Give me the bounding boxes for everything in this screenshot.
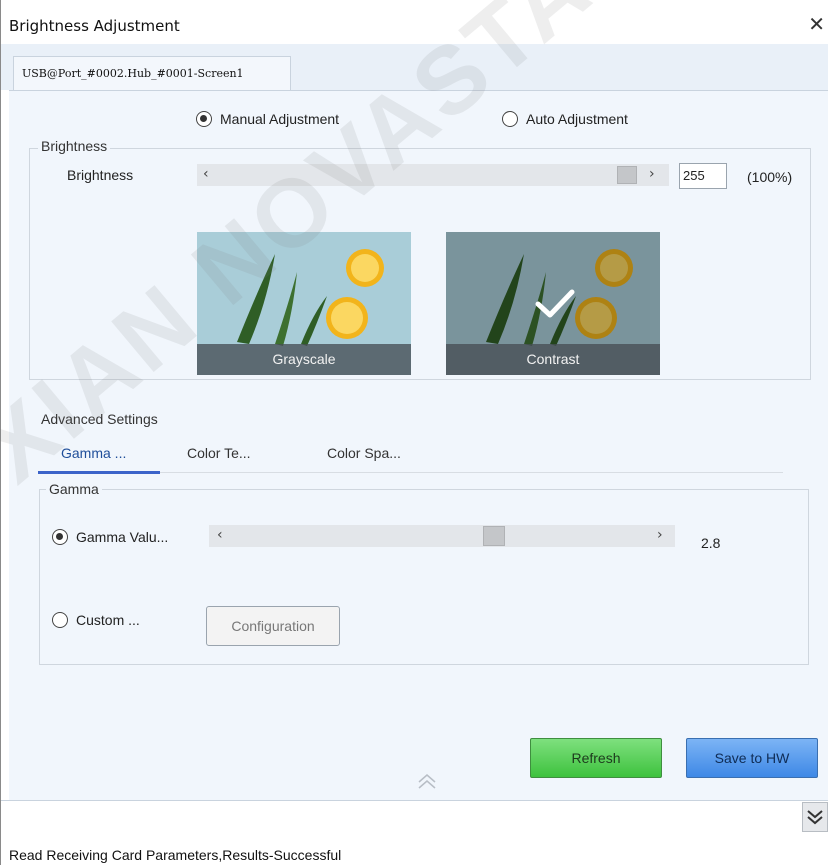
grayscale-preset[interactable]: Grayscale <box>197 232 411 375</box>
contrast-label: Contrast <box>446 344 660 375</box>
tab-gamma[interactable]: Gamma ... <box>61 445 126 461</box>
close-icon[interactable]: ✕ <box>808 12 825 36</box>
gamma-value: 2.8 <box>701 535 721 551</box>
title-bar: Brightness Adjustment ✕ <box>1 0 828 44</box>
manual-adjustment-label: Manual Adjustment <box>220 111 340 127</box>
radio-dot-icon <box>52 529 68 545</box>
brightness-adjustment-window: Brightness Adjustment ✕ USB@Port_#0002.H… <box>0 0 828 865</box>
slider-right-arrow-icon[interactable]: › <box>649 166 655 182</box>
refresh-button[interactable]: Refresh <box>530 738 662 778</box>
expand-panel-button[interactable] <box>802 802 828 832</box>
radio-dot-icon <box>52 612 68 628</box>
gamma-slider[interactable] <box>209 525 675 547</box>
slider-left-arrow-icon[interactable]: ‹ <box>217 527 223 543</box>
checkmark-icon <box>535 289 575 318</box>
gamma-group-frame <box>39 489 809 665</box>
radio-dot-icon <box>196 111 212 127</box>
manual-adjustment-radio[interactable]: Manual Adjustment <box>196 111 339 127</box>
custom-gamma-radio[interactable]: Custom ... <box>52 612 140 628</box>
window-title: Brightness Adjustment <box>9 17 180 35</box>
gamma-slider-thumb[interactable] <box>482 526 505 546</box>
chevron-down-double-icon <box>807 810 823 825</box>
screen-tab-strip: USB@Port_#0002.Hub_#0001-Screen1 <box>1 44 828 92</box>
gamma-group-label: Gamma <box>46 481 102 497</box>
radio-dot-icon <box>502 111 518 127</box>
brightness-group-label: Brightness <box>38 138 111 154</box>
auto-adjustment-label: Auto Adjustment <box>526 111 628 127</box>
brightness-value-input[interactable]: 255 <box>679 163 727 189</box>
save-to-hw-button[interactable]: Save to HW <box>686 738 818 778</box>
tab-color-space[interactable]: Color Spa... <box>327 445 401 461</box>
tab-color-temperature[interactable]: Color Te... <box>187 445 251 461</box>
brightness-label: Brightness <box>67 167 134 183</box>
status-message: Read Receiving Card Parameters,Results-S… <box>9 847 342 863</box>
contrast-preset[interactable]: Contrast <box>446 232 660 375</box>
auto-adjustment-radio[interactable]: Auto Adjustment <box>502 111 628 127</box>
advanced-settings-label: Advanced Settings <box>38 411 161 427</box>
slider-right-arrow-icon[interactable]: › <box>657 527 663 543</box>
slider-left-arrow-icon[interactable]: ‹ <box>203 166 209 182</box>
gamma-value-radio[interactable]: Gamma Valu... <box>52 529 168 545</box>
tab-screen1[interactable]: USB@Port_#0002.Hub_#0001-Screen1 <box>13 56 291 92</box>
brightness-percent: (100%) <box>747 169 793 185</box>
main-panel: Manual Adjustment Auto Adjustment Bright… <box>9 90 828 800</box>
active-tab-underline <box>38 471 160 474</box>
gamma-value-label: Gamma Valu... <box>76 529 169 545</box>
configuration-button[interactable]: Configuration <box>206 606 340 646</box>
brightness-slider-thumb[interactable] <box>617 166 637 184</box>
grayscale-label: Grayscale <box>197 344 411 375</box>
custom-gamma-label: Custom ... <box>76 612 140 628</box>
chevron-up-double-icon[interactable] <box>416 771 438 793</box>
tab-bar-divider <box>160 472 783 473</box>
brightness-slider[interactable] <box>197 164 669 186</box>
